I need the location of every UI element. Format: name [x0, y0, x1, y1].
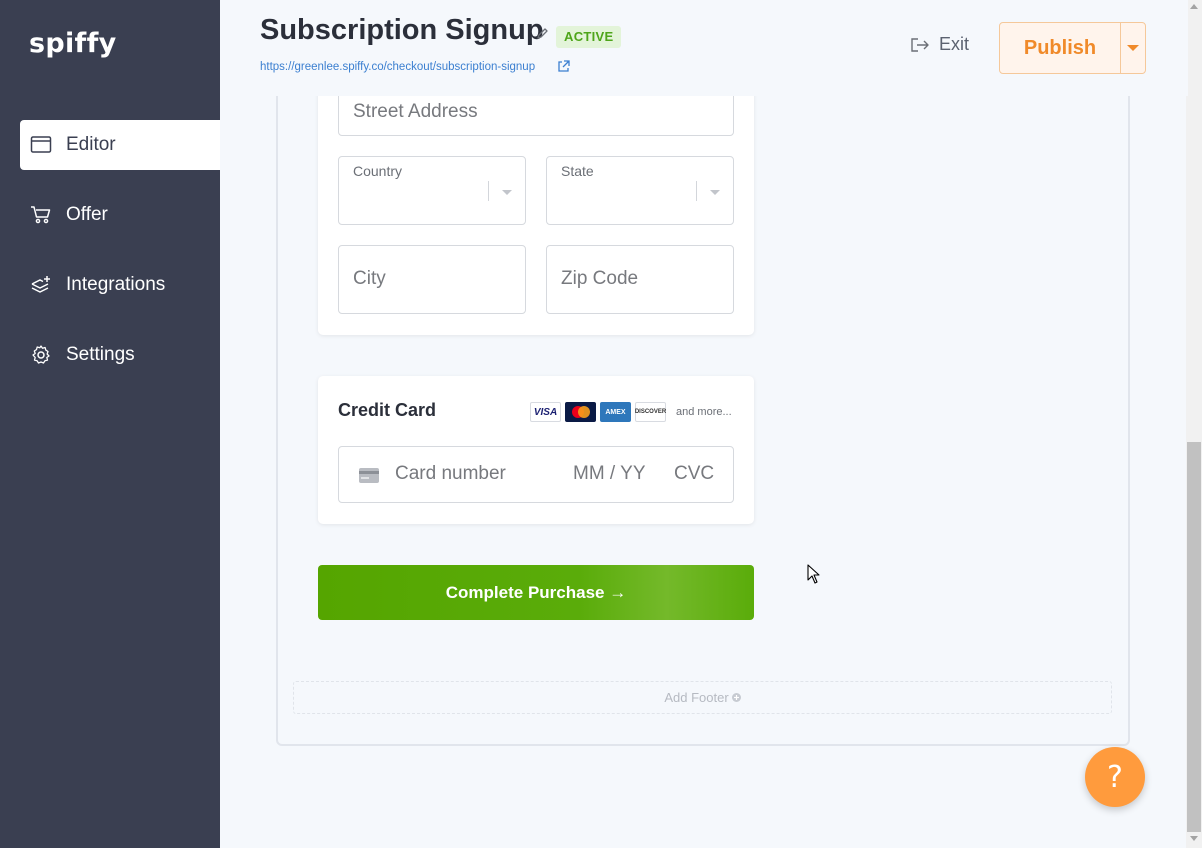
credit-card-card: Credit Card VISA AMEX DISCOVER and more.…: [318, 376, 754, 524]
complete-purchase-button[interactable]: Complete Purchase →: [318, 565, 754, 620]
country-label: Country: [353, 163, 403, 179]
add-footer-label: Add Footer: [664, 690, 729, 705]
city-field[interactable]: City: [338, 245, 526, 314]
zip-code-field[interactable]: Zip Code: [546, 245, 734, 314]
help-button[interactable]: ?: [1085, 747, 1145, 807]
state-label: State: [561, 163, 594, 179]
exit-icon: [911, 37, 929, 52]
card-brands: VISA AMEX DISCOVER and more...: [530, 402, 732, 422]
card-number-placeholder: Card number: [395, 463, 506, 484]
city-placeholder: City: [353, 268, 386, 289]
visa-icon: VISA: [530, 402, 561, 422]
mastercard-icon: [565, 402, 596, 422]
select-separator: [696, 181, 697, 201]
sidebar-item-label: Editor: [66, 134, 116, 155]
country-select[interactable]: Country: [338, 156, 526, 225]
amex-icon: AMEX: [600, 402, 631, 422]
page-title: Subscription Signup: [260, 14, 544, 46]
exit-button[interactable]: Exit: [910, 34, 969, 55]
scroll-down-arrow-icon[interactable]: [1190, 836, 1198, 841]
chevron-down-icon: [710, 190, 720, 195]
sidebar: spiffy Editor Offer Integrations Setting…: [0, 0, 220, 848]
sidebar-item-settings[interactable]: Settings: [20, 330, 220, 380]
credit-card-title: Credit Card: [338, 400, 437, 420]
and-more-text: and more...: [676, 406, 732, 418]
mouse-cursor-icon: [807, 564, 821, 584]
layers-plus-icon: [30, 274, 52, 296]
gear-icon: [30, 344, 52, 366]
sidebar-item-label: Integrations: [66, 274, 166, 295]
sidebar-item-label: Offer: [66, 204, 108, 225]
status-badge: ACTIVE: [556, 26, 622, 48]
scrollbar-thumb[interactable]: [1187, 442, 1201, 832]
chevron-down-icon: [502, 190, 512, 195]
publish-button[interactable]: Publish: [1000, 23, 1120, 73]
state-select[interactable]: State: [546, 156, 734, 225]
address-card: Street Address Country State City Zip Co…: [318, 66, 754, 335]
add-footer-button[interactable]: Add Footer: [293, 681, 1112, 714]
external-link-icon[interactable]: [557, 60, 570, 73]
street-address-placeholder: Street Address: [353, 101, 478, 122]
browser-window-icon: [30, 134, 52, 156]
plus-circle-icon: [731, 693, 741, 702]
sidebar-item-integrations[interactable]: Integrations: [20, 260, 220, 310]
caret-down-icon: [1127, 45, 1139, 51]
cvc-placeholder: CVC: [674, 463, 715, 484]
sidebar-item-offer[interactable]: Offer: [20, 190, 220, 240]
expiry-placeholder: MM / YY: [573, 463, 646, 484]
sidebar-item-label: Settings: [66, 344, 135, 365]
pencil-icon[interactable]: [536, 26, 550, 40]
publish-group: Publish: [999, 22, 1146, 74]
select-separator: [488, 181, 489, 201]
zip-code-placeholder: Zip Code: [561, 268, 639, 289]
top-header: Subscription Signup ACTIVE https://green…: [220, 0, 1188, 96]
discover-icon: DISCOVER: [635, 402, 666, 422]
cart-icon: [30, 204, 52, 226]
exit-label: Exit: [939, 34, 970, 54]
page-url-link[interactable]: https://greenlee.spiffy.co/checkout/subs…: [260, 61, 535, 73]
publish-dropdown-button[interactable]: [1120, 23, 1145, 73]
card-input[interactable]: Card number MM / YY CVC: [338, 446, 734, 503]
sidebar-item-editor[interactable]: Editor: [20, 120, 220, 170]
scroll-up-arrow-icon[interactable]: [1190, 4, 1198, 9]
credit-card-icon: [359, 467, 379, 489]
app-logo: spiffy: [29, 28, 117, 59]
